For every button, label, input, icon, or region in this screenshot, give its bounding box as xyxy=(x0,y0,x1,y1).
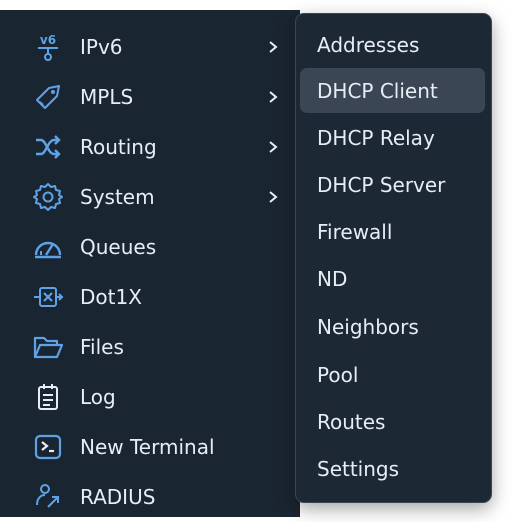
ipv6-submenu: Addresses DHCP Client DHCP Relay DHCP Se… xyxy=(295,13,492,503)
submenu-item-dhcp-client[interactable]: DHCP Client xyxy=(300,68,485,113)
submenu-item-label: Settings xyxy=(317,456,400,481)
gauge-icon xyxy=(30,229,66,265)
submenu-item-dhcp-relay[interactable]: DHCP Relay xyxy=(300,115,485,160)
submenu-item-label: Addresses xyxy=(317,32,420,57)
submenu-item-label: DHCP Relay xyxy=(317,125,435,150)
submenu-item-neighbors[interactable]: Neighbors xyxy=(300,304,485,349)
sidebar-item-label: MPLS xyxy=(80,85,134,109)
sidebar-item-label: Routing xyxy=(80,135,157,159)
sidebar-item-ipv6[interactable]: v6 IPv6 xyxy=(0,22,300,72)
submenu-item-label: Firewall xyxy=(317,219,393,244)
submenu-item-addresses[interactable]: Addresses xyxy=(300,22,485,67)
submenu-item-settings[interactable]: Settings xyxy=(300,446,485,491)
sidebar-item-label: New Terminal xyxy=(80,435,215,459)
submenu-item-firewall[interactable]: Firewall xyxy=(300,209,485,254)
submenu-item-label: Pool xyxy=(317,362,359,387)
sidebar-item-new-terminal[interactable]: New Terminal xyxy=(0,422,300,472)
sidebar-item-mpls[interactable]: MPLS xyxy=(0,72,300,122)
notepad-icon xyxy=(30,379,66,415)
sidebar-item-routing[interactable]: Routing xyxy=(0,122,300,172)
sidebar-item-radius[interactable]: RADIUS xyxy=(0,472,300,522)
terminal-icon xyxy=(30,429,66,465)
sidebar-item-label: Dot1X xyxy=(80,285,142,309)
submenu-item-label: Routes xyxy=(317,409,386,434)
submenu-item-pool[interactable]: Pool xyxy=(300,352,485,397)
shuffle-icon xyxy=(30,129,66,165)
sidebar-item-label: RADIUS xyxy=(80,485,156,509)
chevron-right-icon xyxy=(266,40,280,54)
svg-text:v6: v6 xyxy=(40,33,56,47)
sidebar-item-system[interactable]: System xyxy=(0,172,300,222)
sidebar-item-label: System xyxy=(80,185,155,209)
submenu-item-label: ND xyxy=(317,266,348,291)
chevron-right-icon xyxy=(266,90,280,104)
submenu-item-dhcp-server[interactable]: DHCP Server xyxy=(300,162,485,207)
submenu-item-label: DHCP Server xyxy=(317,172,446,197)
gear-icon xyxy=(30,179,66,215)
sidebar-item-label: Log xyxy=(80,385,116,409)
ipv6-icon: v6 xyxy=(30,29,66,65)
radius-icon xyxy=(30,479,66,515)
dot1x-icon xyxy=(30,279,66,315)
tag-icon xyxy=(30,79,66,115)
sidebar-item-label: IPv6 xyxy=(80,35,123,59)
submenu-item-label: DHCP Client xyxy=(317,78,438,103)
sidebar-item-log[interactable]: Log xyxy=(0,372,300,422)
sidebar: v6 IPv6 MPLS Routing System Queues Dot1X… xyxy=(0,10,300,517)
sidebar-item-label: Queues xyxy=(80,235,157,259)
sidebar-item-files[interactable]: Files xyxy=(0,322,300,372)
sidebar-item-dot1x[interactable]: Dot1X xyxy=(0,272,300,322)
submenu-item-label: Neighbors xyxy=(317,314,419,339)
chevron-right-icon xyxy=(266,190,280,204)
submenu-item-routes[interactable]: Routes xyxy=(300,399,485,444)
chevron-right-icon xyxy=(266,140,280,154)
folder-icon xyxy=(30,329,66,365)
submenu-item-nd[interactable]: ND xyxy=(300,256,485,301)
sidebar-item-queues[interactable]: Queues xyxy=(0,222,300,272)
sidebar-item-label: Files xyxy=(80,335,124,359)
